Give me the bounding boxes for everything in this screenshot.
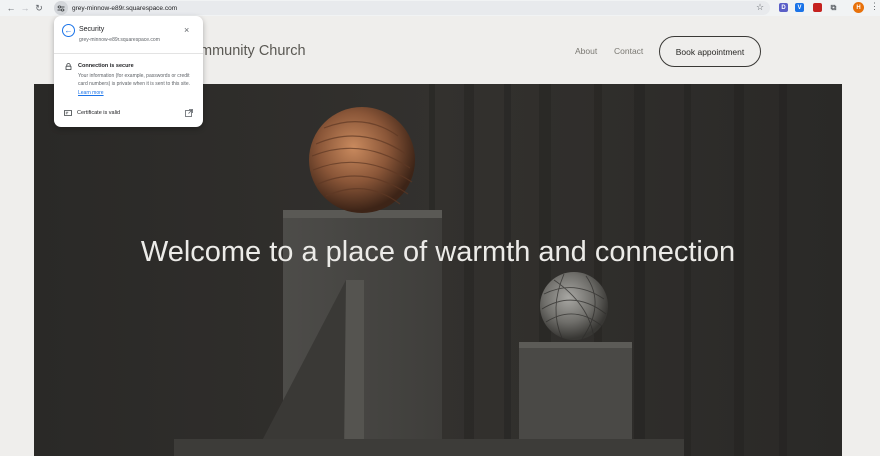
popup-subtitle: grey-minnow-e89r.squarespace.com <box>79 37 160 43</box>
back-arrow-icon[interactable]: ← <box>4 1 18 15</box>
reload-icon[interactable]: ↻ <box>32 1 46 15</box>
hero-heading: Welcome to a place of warmth and connect… <box>140 236 736 268</box>
extension-v-icon[interactable]: V <box>795 3 804 12</box>
address-bar[interactable]: grey-minnow-e89r.squarespace.com <box>54 1 770 15</box>
browser-toolbar: ← → ↻ grey-minnow-e89r.squarespace.com ☆… <box>0 0 880 16</box>
extensions-puzzle-icon[interactable]: ⧉ <box>829 3 838 12</box>
nav-contact[interactable]: Contact <box>614 46 643 56</box>
menu-dots-icon[interactable]: ⋮ <box>870 1 879 12</box>
connection-secure-description: Your information (for example, passwords… <box>78 72 196 97</box>
hero-image <box>34 84 842 456</box>
connection-desc-text: Your information (for example, passwords… <box>78 73 190 88</box>
close-icon[interactable]: × <box>184 25 189 35</box>
hero-banner: Welcome to a place of warmth and connect… <box>34 84 842 456</box>
extension-d-icon[interactable]: D <box>779 3 788 12</box>
divider <box>54 53 203 54</box>
profile-avatar[interactable]: H <box>853 2 864 13</box>
site-settings-icon[interactable] <box>54 1 68 15</box>
book-appointment-label: Book appointment <box>675 46 745 57</box>
extension-v-label: V <box>797 4 802 11</box>
bookmark-star-icon[interactable]: ☆ <box>756 2 764 13</box>
profile-initial: H <box>856 4 861 11</box>
certificate-icon <box>64 110 72 116</box>
lock-icon <box>65 63 72 70</box>
site-title[interactable]: mmunity Church <box>200 43 306 59</box>
certificate-label: Certificate is valid <box>77 110 121 116</box>
extension-d-label: D <box>781 4 786 11</box>
security-popup: ← Security grey-minnow-e89r.squarespace.… <box>54 16 203 127</box>
certificate-row[interactable]: Certificate is valid <box>54 106 203 121</box>
book-appointment-button[interactable]: Book appointment <box>659 36 761 67</box>
popup-title: Security <box>79 26 105 33</box>
connection-secure-title: Connection is secure <box>78 63 134 69</box>
external-link-icon[interactable] <box>185 109 193 117</box>
learn-more-link[interactable]: Learn more <box>78 90 104 96</box>
url-text[interactable]: grey-minnow-e89r.squarespace.com <box>72 5 177 12</box>
back-arrow-icon[interactable]: ← <box>62 24 75 37</box>
extension-badge-icon[interactable] <box>813 3 822 12</box>
nav-about[interactable]: About <box>575 46 597 56</box>
forward-arrow-icon[interactable]: → <box>18 1 32 15</box>
